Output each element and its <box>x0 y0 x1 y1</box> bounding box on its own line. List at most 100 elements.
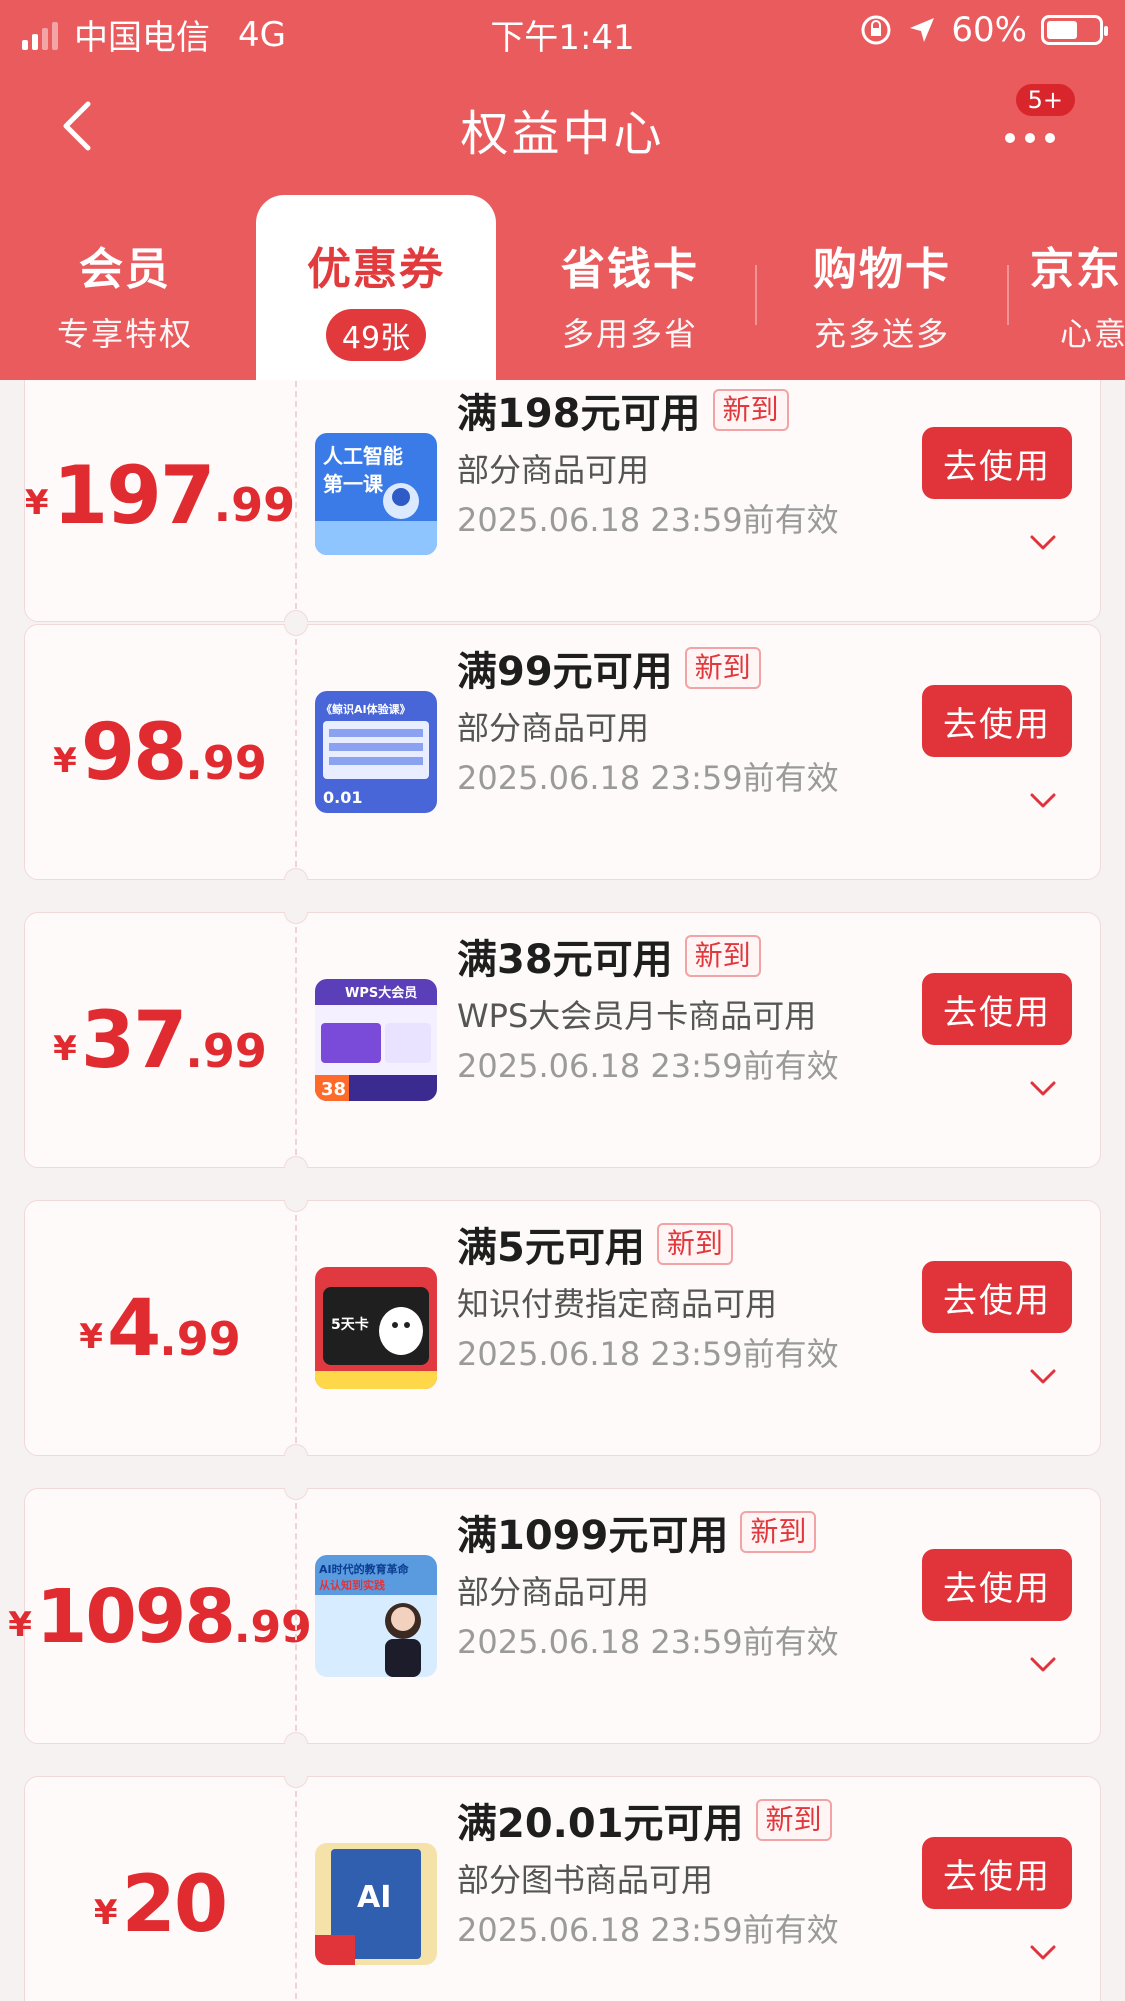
coupon-count-badge: 49张 <box>325 309 427 361</box>
thumb-title-text: 5天卡 <box>331 1316 369 1333</box>
tab-sublabel: 充多送多 <box>813 315 950 353</box>
chevron-down-icon[interactable] <box>1028 1943 1058 1963</box>
coupon-condition-row: 满38元可用 新到 <box>457 927 761 985</box>
coupon-card[interactable]: ¥ 20 AI 满20.01元可用 新到 部分图书商品可用 2025.06.18… <box>24 1776 1101 2001</box>
chevron-down-icon[interactable] <box>1028 533 1058 553</box>
coupon-expiry: 2025.06.18 23:59前有效 <box>457 1911 839 1949</box>
coupon-divider <box>295 1503 297 1731</box>
tab-shopping-card[interactable]: 购物卡 充多送多 <box>757 195 1007 380</box>
tab-label: 京东 <box>1030 244 1122 295</box>
use-coupon-button[interactable]: 去使用 <box>922 1261 1072 1333</box>
amount-integer: 197 <box>52 448 216 542</box>
product-thumbnail[interactable]: AI <box>315 1843 437 1965</box>
tab-member[interactable]: 会员 专享特权 <box>0 195 250 380</box>
coupon-card[interactable]: ¥ 37 .99 WPS大会员 38 满38元可用 新到 WPS大会员月卡商品可… <box>24 912 1101 1168</box>
tab-coupons[interactable]: 优惠券 49张 <box>256 195 496 380</box>
nav-bar: 权益中心 5+ <box>0 80 1125 170</box>
currency-symbol: ¥ <box>24 483 49 523</box>
use-coupon-button[interactable]: 去使用 <box>922 973 1072 1045</box>
use-coupon-button[interactable]: 去使用 <box>922 685 1072 757</box>
chevron-down-icon[interactable] <box>1028 791 1058 811</box>
thumb-title-text: 《鲸识AI体验课》 <box>321 702 411 716</box>
thumb-sub-text: 0.01 <box>323 788 362 807</box>
coupon-card[interactable]: ¥ 1098 .99 AI时代的教育革命 从认知到实践 满1099元可用 新到 … <box>8 1488 1101 1745</box>
tab-label: 会员 <box>79 244 171 295</box>
currency-symbol: ¥ <box>8 1605 32 1645</box>
chevron-down-icon[interactable] <box>1028 1079 1058 1099</box>
coupon-condition-row: 满198元可用 新到 <box>457 381 789 439</box>
coupon-expiry: 2025.06.18 23:59前有效 <box>457 501 839 539</box>
page-title: 权益中心 <box>460 106 665 162</box>
coupon-amount: ¥ 4 .99 <box>25 1201 295 1457</box>
notification-badge: 5+ <box>1013 82 1077 118</box>
product-thumbnail-image: AI <box>315 1843 437 1965</box>
product-thumbnail[interactable]: 人工智能 第一课 <box>315 433 437 555</box>
coupon-card[interactable]: ¥ 98 .99 《鲸识AI体验课》 0.01 满99元可用 新到 部分商品可用… <box>24 624 1101 880</box>
product-thumbnail[interactable]: AI时代的教育革命 从认知到实践 <box>315 1555 437 1677</box>
coupon-divider <box>295 1215 297 1443</box>
coupon-notch <box>284 610 308 622</box>
product-thumbnail[interactable]: 《鲸识AI体验课》 0.01 <box>315 691 437 813</box>
product-thumbnail-image: 5天卡 <box>315 1267 437 1389</box>
thumb-title-text: WPS大会员 <box>345 985 417 1001</box>
coupon-condition: 满1099元可用 <box>457 1513 729 1559</box>
coupon-condition-row: 满5元可用 新到 <box>457 1215 733 1273</box>
coupon-list[interactable]: ¥ 197 .99 人工智能 第一课 满198元可用 新到 部分商品可用 202… <box>0 380 1125 2001</box>
amount-integer: 98 <box>80 708 188 798</box>
thumb-sub-text: 第一课 <box>323 472 384 496</box>
coupon-condition: 满38元可用 <box>457 937 673 983</box>
product-thumbnail[interactable]: WPS大会员 38 <box>315 979 437 1101</box>
tab-label: 省钱卡 <box>561 244 699 295</box>
battery-icon <box>1041 15 1108 45</box>
currency-symbol: ¥ <box>93 1893 118 1933</box>
coupon-info: 满1099元可用 新到 部分商品可用 2025.06.18 23:59前有效 <box>457 1489 917 1745</box>
coupon-condition: 满198元可用 <box>457 391 701 437</box>
chevron-down-icon[interactable] <box>1028 1367 1058 1387</box>
product-thumbnail-image: AI时代的教育革命 从认知到实践 <box>315 1555 437 1677</box>
coupon-scope: WPS大会员月卡商品可用 <box>457 997 817 1035</box>
amount-decimal: .99 <box>159 1312 241 1366</box>
product-thumbnail-image: 人工智能 第一课 <box>315 433 437 555</box>
use-coupon-button[interactable]: 去使用 <box>922 1837 1072 1909</box>
coupon-expiry: 2025.06.18 23:59前有效 <box>457 1047 839 1085</box>
amount-integer: 37 <box>80 996 188 1086</box>
coupon-condition-row: 满20.01元可用 新到 <box>457 1791 832 1849</box>
coupon-amount: ¥ 37 .99 <box>25 913 295 1169</box>
tab-sublabel: 心意 <box>1060 315 1125 353</box>
new-tag: 新到 <box>684 935 761 977</box>
amount-integer: 20 <box>121 1860 229 1950</box>
coupon-notch <box>284 1732 308 1744</box>
thumb-title-text: 人工智能 <box>323 444 403 468</box>
new-tag: 新到 <box>712 389 789 431</box>
tab-label: 优惠券 <box>307 244 445 295</box>
coupon-info: 满198元可用 新到 部分商品可用 2025.06.18 23:59前有效 <box>457 380 917 623</box>
tab-saving-card[interactable]: 省钱卡 多用多省 <box>505 195 755 380</box>
coupon-info: 满20.01元可用 新到 部分图书商品可用 2025.06.18 23:59前有… <box>457 1777 917 2001</box>
product-thumbnail-image: 《鲸识AI体验课》 0.01 <box>315 691 437 813</box>
coupon-notch <box>284 1444 308 1456</box>
location-icon <box>910 18 935 42</box>
battery-percent: 60% <box>951 10 1027 50</box>
use-coupon-button[interactable]: 去使用 <box>922 1549 1072 1621</box>
thumb-title-text: AI <box>357 1880 391 1915</box>
new-tag: 新到 <box>740 1511 817 1553</box>
status-bar: 中国电信 4G 下午1:41 60% <box>0 0 1125 62</box>
coupon-amount: ¥ 20 <box>25 1777 295 2001</box>
coupon-card[interactable]: ¥ 197 .99 人工智能 第一课 满198元可用 新到 部分商品可用 202… <box>24 380 1101 622</box>
new-tag: 新到 <box>684 647 761 689</box>
product-thumbnail[interactable]: 5天卡 <box>315 1267 437 1389</box>
coupon-amount: ¥ 1098 .99 <box>8 1489 312 1745</box>
coupon-amount: ¥ 98 .99 <box>25 625 295 881</box>
tab-sublabel: 多用多省 <box>561 315 698 353</box>
use-coupon-button[interactable]: 去使用 <box>922 427 1072 499</box>
chevron-down-icon[interactable] <box>1028 1655 1058 1675</box>
coupon-divider <box>295 639 297 867</box>
coupon-card[interactable]: ¥ 4 .99 5天卡 满5元可用 新到 知识付费指定商品可用 2025.06.… <box>24 1200 1101 1456</box>
coupon-condition-row: 满1099元可用 新到 <box>457 1503 817 1561</box>
currency-symbol: ¥ <box>53 741 77 781</box>
coupon-scope: 知识付费指定商品可用 <box>457 1285 778 1323</box>
tab-jd[interactable]: 京东 心意 <box>1030 195 1125 380</box>
coupon-expiry: 2025.06.18 23:59前有效 <box>457 759 839 797</box>
coupon-scope: 部分商品可用 <box>457 709 650 747</box>
coupon-notch <box>284 1156 308 1168</box>
